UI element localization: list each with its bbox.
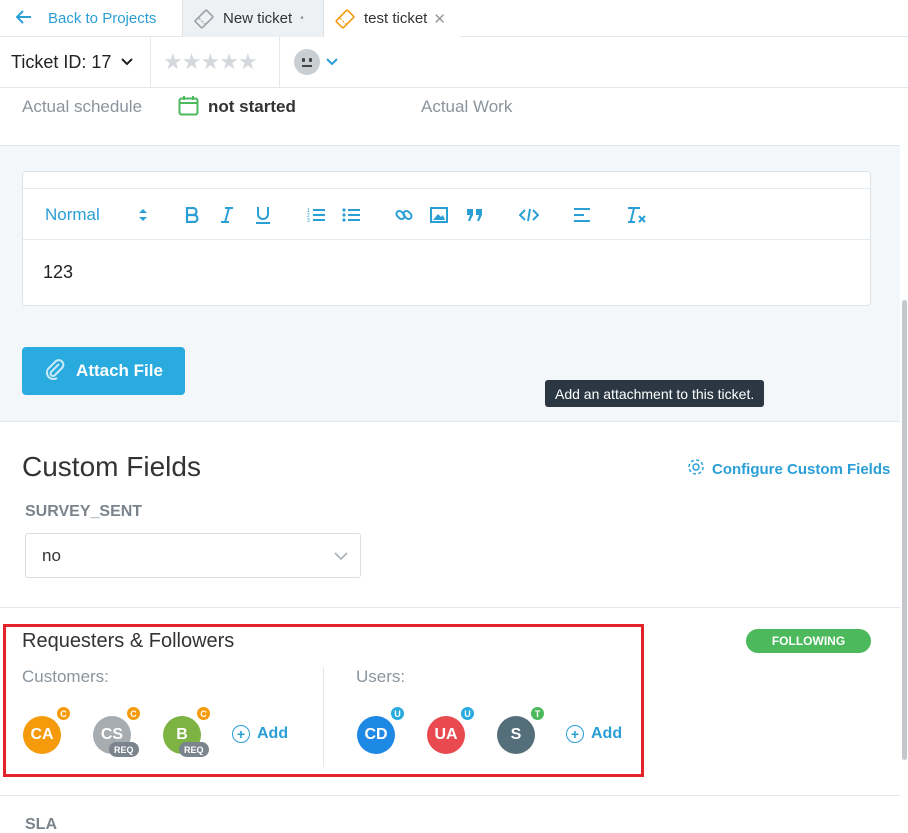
tab-test-ticket[interactable]: test ticket ✕ [324, 0, 460, 37]
format-select-value: Normal [45, 204, 100, 224]
satisfaction-dropdown[interactable] [294, 49, 338, 75]
configure-custom-fields-link[interactable]: Configure Custom Fields [686, 457, 890, 481]
ticket-header: Ticket ID: 17 ★ ★ ★ ★ ★ [0, 37, 908, 88]
italic-icon[interactable] [220, 189, 234, 240]
tab-new-ticket[interactable]: New ticket • [182, 0, 324, 37]
survey-sent-select[interactable]: no [25, 533, 361, 578]
clear-format-icon[interactable] [627, 189, 647, 240]
survey-sent-label: SURVEY_SENT [25, 503, 143, 520]
actual-schedule-label: Actual schedule [22, 97, 143, 116]
ticket-icon [334, 8, 356, 30]
bold-icon[interactable] [185, 189, 199, 240]
reply-panel: Normal 123 123 Attach File Add an attach… [0, 146, 900, 422]
sla-label: SLA [25, 816, 57, 833]
back-to-projects-link[interactable]: Back to Projects [0, 0, 182, 36]
scrollbar-thumb[interactable] [902, 300, 907, 760]
survey-sent-value: no [42, 545, 61, 565]
rich-text-editor: Normal 123 123 [22, 171, 871, 306]
gear-icon [686, 457, 706, 481]
tab-bar: Back to Projects New ticket • test ticke… [0, 0, 908, 37]
highlight-box [3, 624, 644, 777]
code-icon[interactable] [519, 189, 539, 240]
custom-fields-title: Custom Fields [22, 451, 201, 482]
back-label: Back to Projects [48, 9, 157, 27]
chevron-down-icon [326, 55, 338, 69]
close-tab-icon[interactable]: ✕ [433, 10, 446, 28]
chevron-down-icon [334, 548, 348, 568]
image-icon[interactable] [430, 189, 448, 240]
schedule-row: Actual schedule not started Actual Work [0, 88, 900, 146]
blockquote-icon[interactable] [466, 189, 484, 240]
ticket-icon [193, 8, 215, 30]
divider [0, 607, 900, 608]
align-icon[interactable] [573, 189, 591, 240]
neutral-face-icon [294, 49, 320, 75]
star-icon[interactable]: ★ [182, 49, 202, 75]
following-button[interactable]: FOLLOWING [746, 629, 871, 653]
actual-work-label: Actual Work [421, 97, 513, 116]
attach-file-button[interactable]: Attach File [22, 347, 185, 395]
arrow-left-icon [15, 9, 32, 27]
format-select[interactable]: Normal [45, 189, 100, 240]
configure-label: Configure Custom Fields [712, 460, 891, 478]
ordered-list-icon[interactable]: 123 [307, 189, 325, 240]
star-icon[interactable]: ★ [219, 49, 239, 75]
divider [0, 795, 900, 796]
star-icon[interactable]: ★ [238, 49, 258, 75]
chevron-down-icon [121, 55, 134, 69]
ticket-id-dropdown[interactable]: Ticket ID: 17 [0, 37, 151, 87]
editor-toolbar: Normal 123 [23, 189, 870, 240]
format-updown-icon[interactable] [138, 189, 148, 240]
rating-stars[interactable]: ★ ★ ★ ★ ★ [151, 37, 280, 87]
attach-file-label: Attach File [76, 361, 163, 380]
calendar-icon[interactable] [178, 95, 199, 121]
ticket-id-label: Ticket ID: 17 [11, 51, 112, 72]
svg-text:3: 3 [307, 218, 310, 223]
editor-content[interactable]: 123 [43, 262, 73, 283]
star-icon[interactable]: ★ [200, 49, 220, 75]
bullet-list-icon[interactable] [342, 189, 360, 240]
tab-new-ticket-label: New ticket [223, 10, 293, 27]
tab-test-ticket-label: test ticket [364, 10, 428, 27]
paperclip-icon [44, 358, 66, 385]
schedule-status[interactable]: not started [208, 97, 296, 117]
attach-tooltip: Add an attachment to this ticket. [545, 380, 765, 407]
star-icon[interactable]: ★ [163, 49, 183, 75]
underline-icon[interactable] [255, 189, 271, 240]
link-icon[interactable] [395, 189, 413, 240]
unsaved-dot: • [300, 13, 304, 24]
